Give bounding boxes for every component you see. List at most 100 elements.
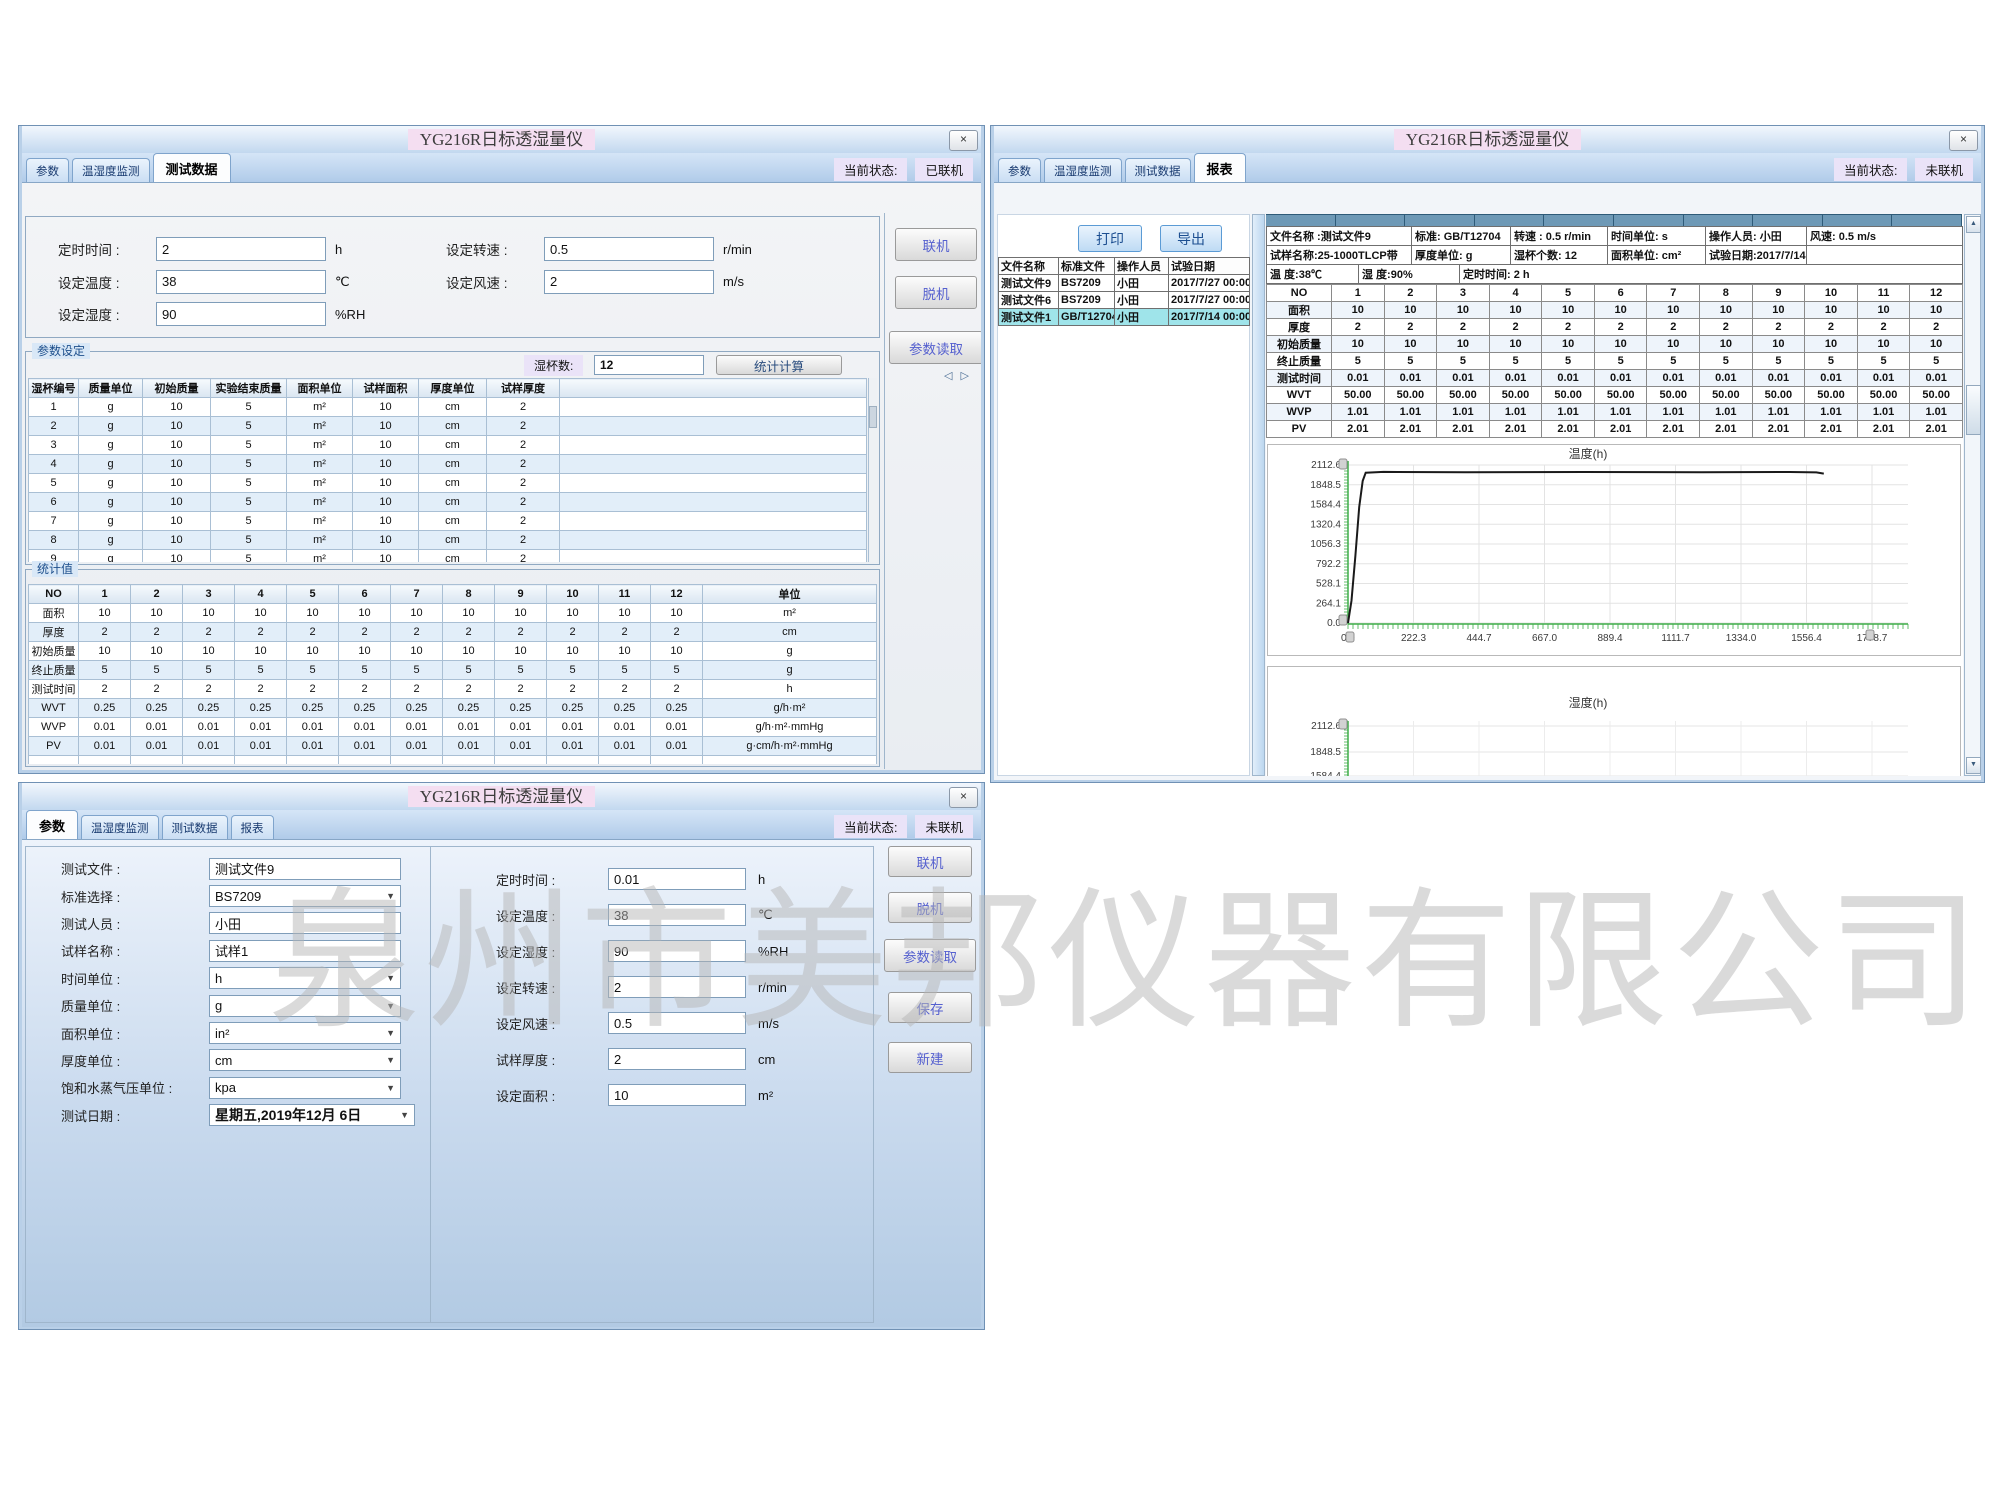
table-row[interactable]: 9g105m²10cm2 (29, 550, 867, 563)
field-select[interactable]: in²▼ (209, 1022, 401, 1044)
field-input[interactable]: 2 (544, 270, 714, 294)
table-row[interactable]: 面积101010101010101010101010 (1267, 302, 1963, 319)
close-icon[interactable]: × (1949, 130, 1978, 151)
table-row[interactable]: 4g105m²10cm2 (29, 455, 867, 474)
table-row[interactable]: 初始质量101010101010101010101010g (29, 642, 877, 661)
panel-splitter[interactable] (1252, 214, 1265, 776)
table-row[interactable]: 7g105m²10cm2 (29, 512, 867, 531)
field-input[interactable]: 0.5 (608, 1012, 746, 1034)
table-row[interactable]: 1g105m²10cm2 (29, 398, 867, 417)
titlebar[interactable]: YG216R日标透湿量仪 × (22, 783, 981, 810)
table-row[interactable]: 终止质量555555555555g (29, 661, 877, 680)
scrollbar-down-icon[interactable]: ▼ (1966, 757, 1981, 774)
pager-left-icon[interactable]: ◁ (944, 369, 952, 382)
field-input[interactable]: 试样1 (209, 940, 401, 962)
tab-0[interactable]: 参数 (998, 158, 1041, 182)
field-input[interactable]: 0.5 (544, 237, 714, 261)
stats-calc-button[interactable]: 统计计算 (716, 355, 842, 375)
cell (560, 455, 867, 474)
tab-2[interactable]: 测试数据 (153, 153, 231, 182)
table-row[interactable]: 2g105m²10cm2 (29, 417, 867, 436)
field-input[interactable]: 2 (156, 237, 326, 261)
table-row[interactable]: 初始质量101010101010101010101010 (1267, 336, 1963, 353)
scrollbar-up-icon[interactable]: ▲ (1966, 216, 1981, 233)
titlebar[interactable]: YG216R日标透湿量仪 × (994, 126, 1981, 153)
field-input[interactable]: 38 (608, 904, 746, 926)
connect-button[interactable]: 联机 (888, 846, 972, 877)
field-input[interactable]: 38 (156, 270, 326, 294)
pager-right-icon[interactable]: ▷ (960, 369, 968, 382)
table-row[interactable]: WVP1.011.011.011.011.011.011.011.011.011… (1267, 404, 1963, 421)
tab-1[interactable]: 温湿度监测 (72, 158, 150, 182)
table-row[interactable]: WVP0.010.010.010.010.010.010.010.010.010… (29, 718, 877, 737)
table-row[interactable]: 终止质量555555555555 (1267, 353, 1963, 370)
disconnect-button[interactable]: 脱机 (888, 892, 972, 923)
table-row[interactable]: 6g105m²10cm2 (29, 493, 867, 512)
field-input[interactable]: 测试文件9 (209, 858, 401, 880)
tab-0[interactable]: 参数 (26, 810, 78, 839)
tab-1[interactable]: 温湿度监测 (81, 815, 159, 839)
table-row[interactable]: 测试文件1GB/T12704小田2017/7/14 00:00 (999, 309, 1250, 326)
table-row[interactable]: WVT0.250.250.250.250.250.250.250.250.250… (29, 699, 877, 718)
field-select[interactable]: kpa▼ (209, 1077, 401, 1099)
tab-0[interactable]: 参数 (26, 158, 69, 182)
table-row[interactable]: PV0.010.010.010.010.010.010.010.010.010.… (29, 737, 877, 756)
dropdown-arrow-icon[interactable]: ▼ (386, 1028, 395, 1038)
table-row[interactable]: 3g105m²10cm2 (29, 436, 867, 455)
field-select[interactable]: cm▼ (209, 1049, 401, 1071)
scrollbar-thumb[interactable] (1966, 385, 1981, 435)
table-row[interactable]: 5g105m²10cm2 (29, 474, 867, 493)
field-input[interactable]: 2 (608, 976, 746, 998)
titlebar[interactable]: YG216R日标透湿量仪 × (22, 126, 981, 153)
field-input[interactable]: 90 (608, 940, 746, 962)
report-scrollbar[interactable]: ▲ ▼ (1964, 214, 1981, 776)
field-select[interactable]: BS7209▼ (209, 885, 401, 907)
disconnect-button[interactable]: 脱机 (895, 276, 977, 309)
close-icon[interactable]: × (949, 130, 978, 151)
table-row[interactable]: 测试文件9BS7209小田2017/7/27 00:00 (999, 275, 1250, 292)
table-row[interactable]: PV2.012.012.012.012.012.012.012.012.012.… (1267, 421, 1963, 438)
dropdown-arrow-icon[interactable]: ▼ (386, 1083, 395, 1093)
tab-2[interactable]: 测试数据 (162, 815, 228, 839)
dropdown-arrow-icon[interactable]: ▼ (400, 1110, 409, 1120)
tab-1[interactable]: 温湿度监测 (1044, 158, 1122, 182)
dropdown-arrow-icon[interactable]: ▼ (386, 1055, 395, 1065)
print-button[interactable]: 打印 (1078, 225, 1142, 252)
file-table[interactable]: 文件名称标准文件操作人员试验日期测试文件9BS7209小田2017/7/27 0… (998, 257, 1250, 326)
cup-count-input[interactable]: 12 (594, 355, 704, 375)
tab-2[interactable]: 测试数据 (1125, 158, 1191, 182)
param-table-scrollbar[interactable] (868, 378, 877, 562)
table-row[interactable]: 测试时间0.010.010.010.010.010.010.010.010.01… (1267, 370, 1963, 387)
field-select[interactable]: h▼ (209, 967, 401, 989)
read-params-button[interactable]: 参数读取 (889, 331, 981, 364)
scrollbar-thumb[interactable] (869, 406, 877, 428)
dropdown-arrow-icon[interactable]: ▼ (386, 1001, 395, 1011)
field-select[interactable]: 星期五,2019年12月 6日▼ (209, 1104, 415, 1126)
field-select[interactable]: g▼ (209, 995, 401, 1017)
table-row[interactable]: 厚度222222222222 (1267, 319, 1963, 336)
table-row[interactable]: 8g105m²10cm2 (29, 531, 867, 550)
read-params-button[interactable]: 参数读取 (884, 939, 976, 972)
dropdown-arrow-icon[interactable]: ▼ (386, 891, 395, 901)
tab-3[interactable]: 报表 (231, 815, 274, 839)
close-icon[interactable]: × (949, 787, 978, 808)
table-row[interactable]: WVT50.0050.0050.0050.0050.0050.0050.0050… (1267, 387, 1963, 404)
field-input[interactable]: 2 (608, 1048, 746, 1070)
table-row[interactable]: 测试时间222222222222h (29, 680, 877, 699)
new-button[interactable]: 新建 (888, 1042, 972, 1073)
table-row[interactable]: 厚度222222222222cm (29, 623, 877, 642)
connect-button[interactable]: 联机 (895, 228, 977, 261)
export-button[interactable]: 导出 (1160, 225, 1222, 252)
field-input[interactable]: 0.01 (608, 868, 746, 890)
param-table[interactable]: 湿杯编号质量单位初始质量实验结束质量面积单位试样面积厚度单位试样厚度1g105m… (28, 378, 867, 562)
field-input[interactable]: 10 (608, 1084, 746, 1106)
field-input[interactable]: 小田 (209, 912, 401, 934)
table-row[interactable]: 测试文件6BS7209小田2017/7/27 00:00 (999, 292, 1250, 309)
field-input[interactable]: 90 (156, 302, 326, 326)
table-row[interactable]: 面积101010101010101010101010m² (29, 604, 877, 623)
save-button[interactable]: 保存 (888, 992, 972, 1023)
tab-3[interactable]: 报表 (1194, 153, 1246, 182)
stats-table[interactable]: NO123456789101112单位面积1010101010101010101… (28, 584, 877, 764)
dropdown-arrow-icon[interactable]: ▼ (386, 973, 395, 983)
table-row[interactable] (29, 756, 877, 765)
